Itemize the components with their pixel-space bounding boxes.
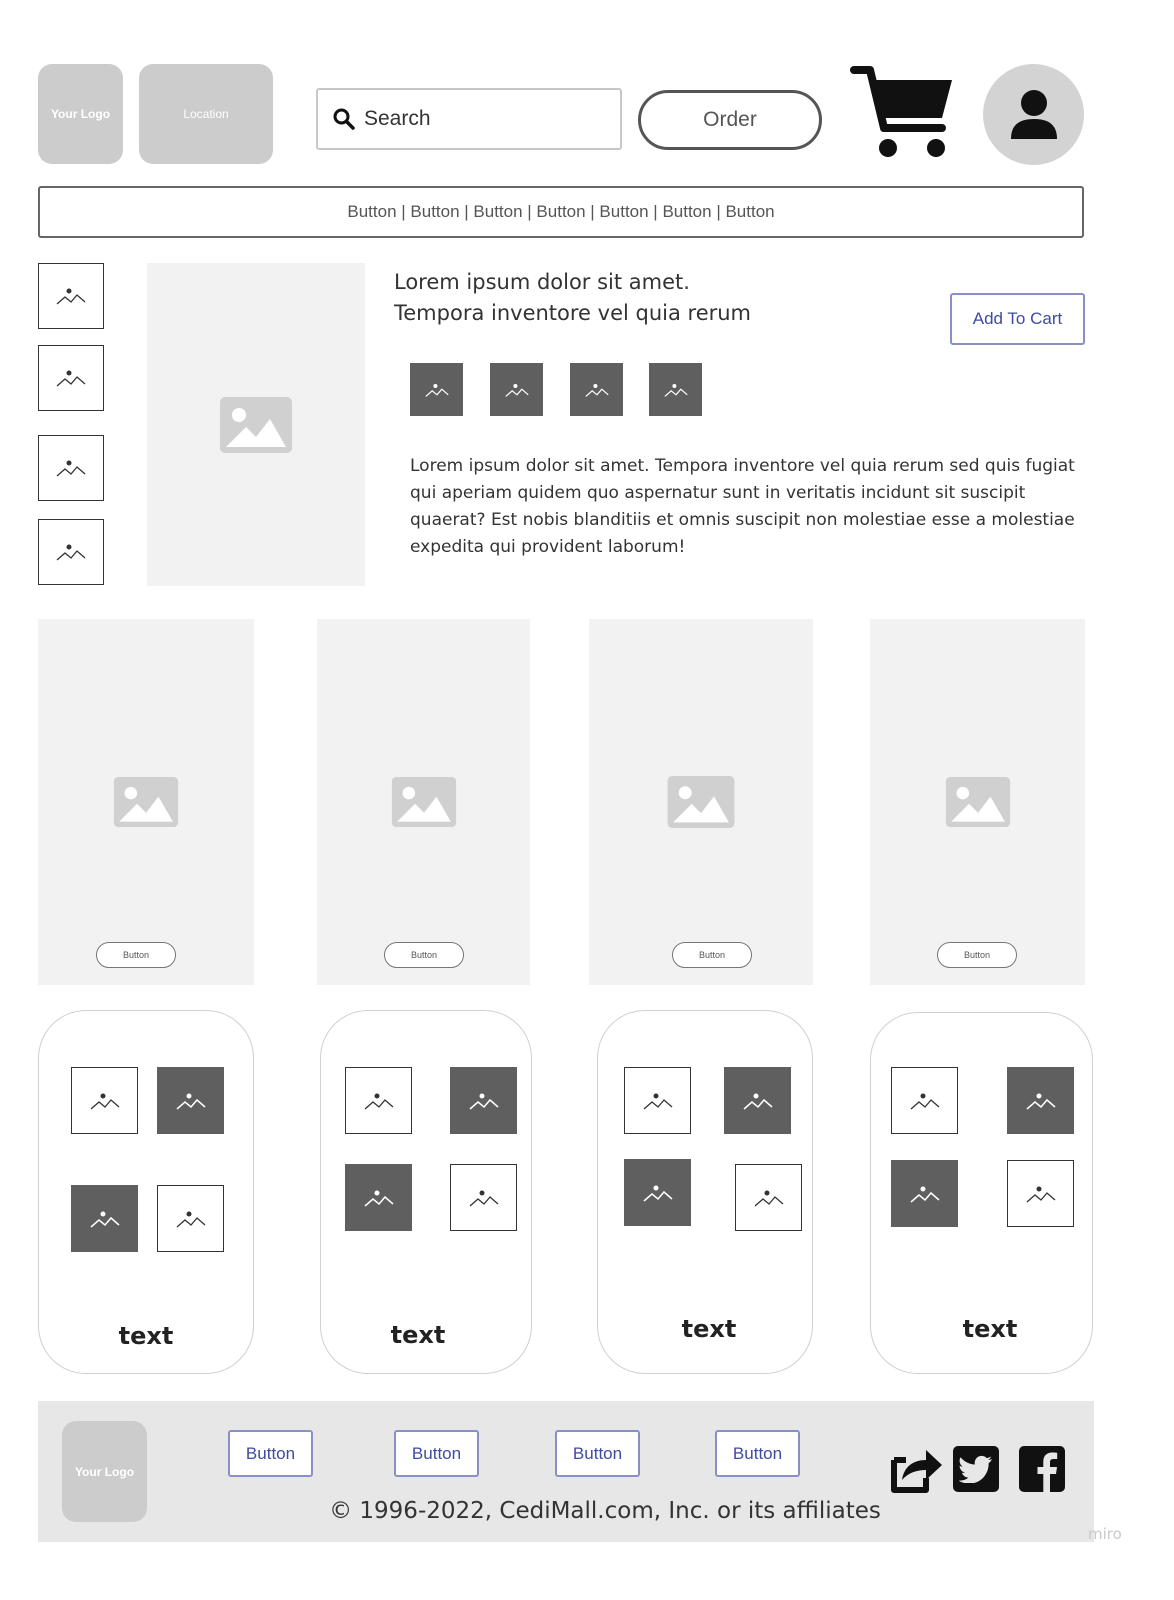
card-image [735, 1164, 802, 1231]
card-image [450, 1067, 517, 1134]
image-icon [176, 1093, 205, 1110]
twitter-icon[interactable] [953, 1446, 999, 1492]
product-tile[interactable] [870, 619, 1085, 985]
card-image [624, 1067, 691, 1134]
order-button[interactable]: Order [638, 90, 822, 150]
image-icon [364, 1190, 393, 1207]
facebook-icon[interactable] [1019, 1446, 1065, 1492]
image-icon [176, 1211, 205, 1227]
miro-watermark: miro [1088, 1525, 1122, 1543]
card-label: text [390, 1321, 446, 1349]
variant-thumbnail[interactable] [410, 363, 463, 416]
image-icon [56, 370, 86, 387]
image-icon [743, 1093, 772, 1110]
card-label: text [118, 1322, 174, 1350]
image-icon [90, 1211, 119, 1228]
card-image [1007, 1160, 1074, 1227]
image-icon [663, 383, 688, 397]
image-icon [113, 777, 179, 827]
product-title-line2: Tempora inventore vel quia rerum [394, 301, 752, 325]
image-icon [945, 777, 1010, 827]
image-icon [424, 383, 449, 397]
tile-button[interactable]: Button [937, 942, 1017, 968]
search-icon [333, 108, 355, 130]
location-button[interactable]: Location [139, 64, 273, 164]
footer-button[interactable]: Button [715, 1430, 800, 1477]
card-image [71, 1067, 138, 1134]
image-icon [643, 1185, 672, 1202]
image-icon [1026, 1186, 1055, 1202]
card-label: text [962, 1315, 1018, 1343]
card-image [724, 1067, 791, 1134]
side-thumbnail[interactable] [38, 263, 104, 329]
image-icon [469, 1093, 498, 1110]
card-image [345, 1067, 412, 1134]
product-main-image [147, 263, 365, 586]
nav-bar[interactable]: Button | Button | Button | Button | Butt… [38, 186, 1084, 238]
image-icon [56, 288, 86, 305]
image-icon [56, 544, 86, 561]
cart-icon[interactable] [850, 66, 956, 160]
card-label: text [681, 1315, 737, 1343]
image-icon [220, 396, 292, 453]
image-icon [56, 460, 86, 477]
product-tile[interactable] [38, 619, 254, 985]
nav-buttons[interactable]: Button | Button | Button | Button | Butt… [347, 202, 774, 222]
card-image [157, 1067, 224, 1134]
user-avatar[interactable] [983, 64, 1084, 165]
image-icon [584, 383, 609, 397]
header-logo[interactable]: Your Logo [38, 64, 123, 164]
tile-button[interactable]: Button [96, 942, 176, 968]
side-thumbnail[interactable] [38, 345, 104, 411]
image-icon [391, 777, 456, 827]
image-icon [643, 1093, 672, 1109]
card-image [891, 1067, 958, 1134]
card-image [1007, 1067, 1074, 1134]
card-image [891, 1160, 958, 1227]
add-to-cart-button[interactable]: Add To Cart [950, 293, 1085, 345]
image-icon [910, 1093, 939, 1109]
card-image [450, 1164, 517, 1231]
image-icon [667, 776, 735, 828]
footer-button[interactable]: Button [555, 1430, 640, 1477]
image-icon [910, 1186, 939, 1203]
search-input[interactable]: Search [316, 88, 622, 150]
user-icon [1010, 89, 1057, 139]
product-description: Lorem ipsum dolor sit amet. Tempora inve… [410, 456, 1075, 557]
product-tile[interactable] [589, 619, 813, 985]
facebook-f-glyph [1037, 1452, 1058, 1492]
variant-thumbnail[interactable] [490, 363, 543, 416]
product-title-line1: Lorem ipsum dolor sit amet. [394, 270, 690, 294]
tile-button[interactable]: Button [384, 942, 464, 968]
image-icon [1026, 1093, 1055, 1110]
card-image [71, 1185, 138, 1252]
product-tile[interactable] [317, 619, 530, 985]
variant-thumbnail[interactable] [649, 363, 702, 416]
search-placeholder: Search [364, 107, 431, 130]
variant-thumbnail[interactable] [570, 363, 623, 416]
twitter-bird-glyph [959, 1455, 992, 1483]
card-image [624, 1159, 691, 1226]
image-icon [754, 1190, 783, 1206]
image-icon [364, 1093, 393, 1109]
footer-button[interactable]: Button [228, 1430, 313, 1477]
image-icon [469, 1190, 498, 1206]
image-icon [504, 383, 529, 397]
side-thumbnail[interactable] [38, 435, 104, 501]
footer-button[interactable]: Button [394, 1430, 479, 1477]
image-icon [90, 1093, 119, 1109]
card-image [157, 1185, 224, 1252]
tile-button[interactable]: Button [672, 942, 752, 968]
card-image [345, 1164, 412, 1231]
share-icon[interactable] [888, 1446, 942, 1496]
footer-logo[interactable]: Your Logo [62, 1421, 147, 1522]
side-thumbnail[interactable] [38, 519, 104, 585]
copyright-text: © 1996-2022, CediMall.com, Inc. or its a… [329, 1498, 881, 1524]
